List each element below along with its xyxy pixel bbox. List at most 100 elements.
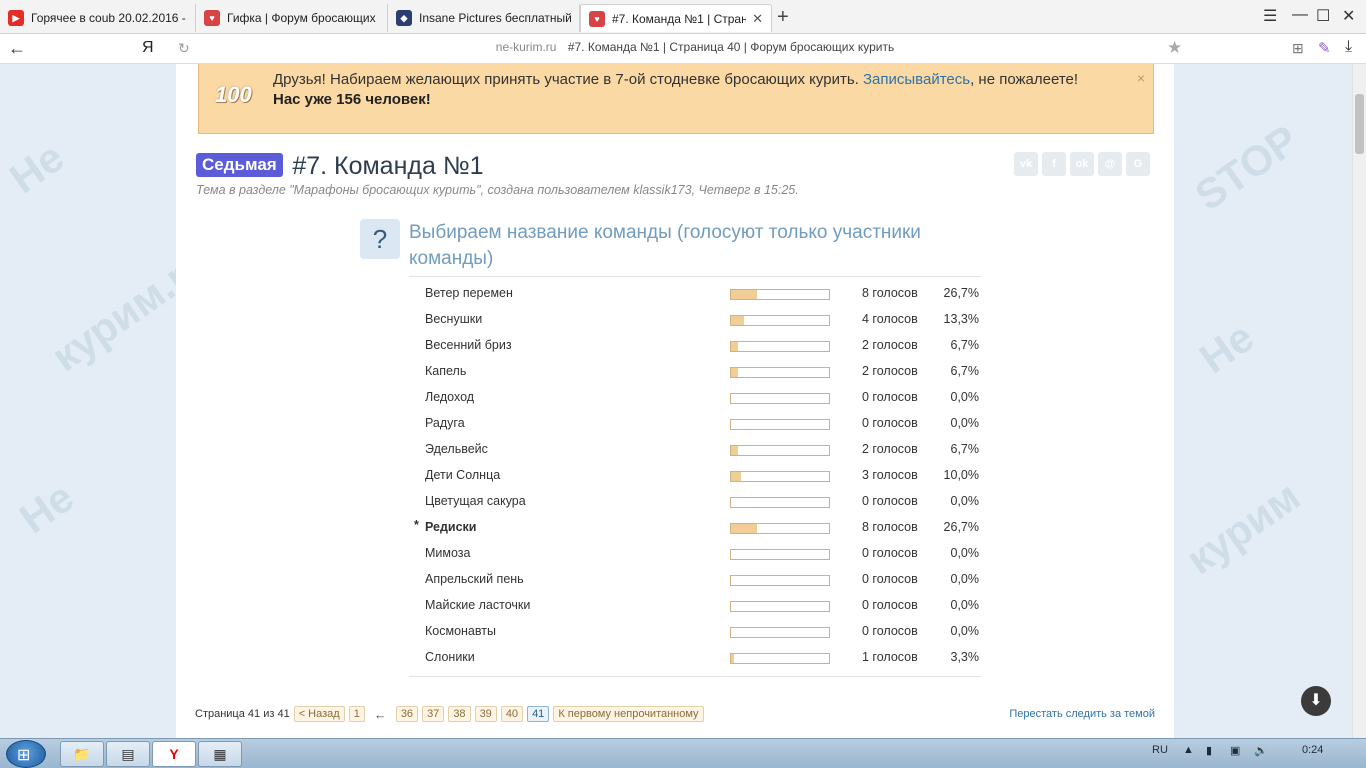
url-page-title: #7. Команда №1 | Страница 40 | Форум бро… [567, 40, 895, 54]
odnoklassniki-icon[interactable]: ok [1070, 152, 1094, 176]
poll-option: Слоники 1 голосов 3,3% [409, 646, 981, 672]
thread-prefix[interactable]: Седьмая [196, 153, 283, 177]
poll-bar-fill [731, 446, 738, 455]
poll-option-percent: 6,7% [950, 364, 980, 378]
signup-link[interactable]: Записывайтесь [863, 71, 970, 88]
page-link[interactable]: 39 [474, 706, 497, 722]
volume-icon[interactable]: 🔊 [1254, 744, 1268, 757]
poll-option-percent: 10,0% [943, 468, 979, 482]
first-unread-button[interactable]: К первому непрочитанному [553, 706, 704, 722]
forum-heart-icon: ♥ [204, 10, 220, 26]
new-tab-button[interactable]: + [777, 6, 789, 29]
explorer-taskbar-icon[interactable]: 📁 [60, 741, 104, 767]
address-bar: ← Я ↻ ne-kurim.ru #7. Команда №1 | Стран… [0, 34, 1366, 64]
tab-current[interactable]: ♥ #7. Команда №1 | Страни ✕ [580, 4, 772, 32]
notice-close-icon[interactable]: × [1137, 70, 1145, 86]
unwatch-thread-link[interactable]: Перестать следить за темой [1009, 708, 1155, 720]
page-link[interactable]: 37 [422, 706, 445, 722]
prev-page-button[interactable]: < Назад [293, 706, 345, 722]
poll-option: Капель 2 голосов 6,7% [409, 360, 981, 386]
poll-bar [730, 315, 830, 326]
poll-option-votes: 4 голосов [862, 312, 918, 326]
maximize-icon[interactable]: ☐ [1316, 6, 1330, 26]
page-skip-arrow: ← [373, 706, 387, 722]
yandex-button[interactable]: Я [142, 39, 154, 57]
poll-option-votes: 2 голосов [862, 338, 918, 352]
reload-icon[interactable]: ↻ [178, 40, 190, 57]
share-buttons: vk f ok @ G [1014, 152, 1150, 176]
back-arrow-icon[interactable]: ← [8, 38, 26, 59]
poll-bar [730, 419, 830, 430]
vk-icon[interactable]: vk [1014, 152, 1038, 176]
notice-badge: 100 [215, 82, 252, 107]
mail-icon[interactable]: @ [1098, 152, 1122, 176]
poll-option-votes: 8 голосов [862, 520, 918, 534]
page-link[interactable]: 38 [448, 706, 471, 722]
poll-bar [730, 341, 830, 352]
scrollbar-thumb[interactable] [1355, 94, 1364, 154]
poll-option: Весенний бриз 2 голосов 6,7% [409, 334, 981, 360]
background-watermark: STOP [1186, 115, 1307, 220]
scrollbar[interactable] [1352, 64, 1366, 738]
scroll-down-icon[interactable]: ⬇ [1301, 686, 1331, 716]
poll-option-name: Дети Солнца [425, 468, 501, 482]
tab-coub[interactable]: ▶ Горячее в coub 20.02.2016 - [0, 4, 196, 32]
poll-option-name: Космонавты [425, 624, 496, 638]
poll-option-votes: 2 голосов [862, 442, 918, 456]
poll-bar-fill [731, 654, 734, 663]
poll-option-name: Редиски [425, 520, 477, 534]
url-field[interactable]: ne-kurim.ru #7. Команда №1 | Страница 40… [200, 40, 1190, 54]
notice-text-part: Друзья! Набираем желающих принять участи… [273, 71, 863, 88]
poll-bar [730, 653, 830, 664]
close-tab-icon[interactable]: ✕ [752, 11, 763, 27]
network-icon[interactable]: ▮ [1206, 744, 1212, 757]
poll-option-name: Ветер перемен [425, 286, 513, 300]
poll-bar [730, 471, 830, 482]
poll-option-votes: 0 голосов [862, 494, 918, 508]
background-watermark: Не [1, 132, 73, 203]
poll-option: Апрельский пень 0 голосов 0,0% [409, 568, 981, 594]
poll-option-percent: 26,7% [943, 286, 979, 300]
page-link[interactable]: 1 [348, 706, 365, 722]
yandex-taskbar-icon[interactable]: Y [152, 741, 196, 767]
poll-option-name: Радуга [425, 416, 465, 430]
extension-icon[interactable]: ⊞ [1292, 40, 1304, 57]
poll-bar [730, 549, 830, 560]
feather-extension-icon[interactable]: ✎ [1318, 39, 1331, 57]
poll-question: Выбираем название команды (голосуют толь… [409, 222, 921, 269]
download-icon[interactable]: ⤓ [1345, 38, 1352, 56]
poll-option: Веснушки 4 голосов 13,3% [409, 308, 981, 334]
tab-gif-forum[interactable]: ♥ Гифка | Форум бросающих к [196, 4, 388, 32]
notice-text-part: , не пожалеете! [970, 71, 1079, 88]
menu-icon[interactable]: ☰ [1263, 6, 1277, 26]
minimize-icon[interactable]: — [1292, 6, 1308, 24]
facebook-icon[interactable]: f [1042, 152, 1066, 176]
forum-heart-icon: ♥ [589, 10, 605, 27]
page-link[interactable]: 36 [395, 706, 419, 722]
poll-bar-fill [731, 342, 738, 351]
poll-option-name: Апрельский пень [425, 572, 524, 586]
media-taskbar-icon[interactable]: ▦ [198, 741, 242, 767]
bookmark-star-icon[interactable]: ★ [1167, 38, 1182, 58]
poll-bar [730, 393, 830, 404]
poll-option-name: Капель [425, 364, 467, 378]
poll-option: Ледоход 0 голосов 0,0% [409, 386, 981, 412]
poll-option: Мимоза 0 голосов 0,0% [409, 542, 981, 568]
close-window-icon[interactable]: ✕ [1342, 6, 1355, 26]
tab-title: Гифка | Форум бросающих к [227, 11, 379, 25]
current-page[interactable]: 41 [527, 706, 550, 722]
clock[interactable]: 0:24 [1302, 744, 1323, 756]
poll-divider [409, 676, 981, 677]
thread-meta: Тема в разделе "Марафоны бросающих курит… [196, 183, 799, 197]
page-link[interactable]: 40 [500, 706, 524, 722]
tab-insane-pictures[interactable]: ◆ Insane Pictures бесплатный у [388, 4, 580, 32]
google-icon[interactable]: G [1126, 152, 1150, 176]
poll-option-percent: 0,0% [950, 624, 980, 638]
tray-arrow-icon[interactable]: ▲ [1183, 744, 1194, 756]
language-indicator[interactable]: RU [1152, 744, 1168, 756]
tray-app-icon[interactable]: ▣ [1230, 744, 1240, 757]
start-button[interactable]: ⊞ [6, 740, 46, 768]
notepad-taskbar-icon[interactable]: ▤ [106, 741, 150, 767]
poll-option: Цветущая сакура 0 голосов 0,0% [409, 490, 981, 516]
poll-option: Ветер перемен 8 голосов 26,7% [409, 282, 981, 308]
